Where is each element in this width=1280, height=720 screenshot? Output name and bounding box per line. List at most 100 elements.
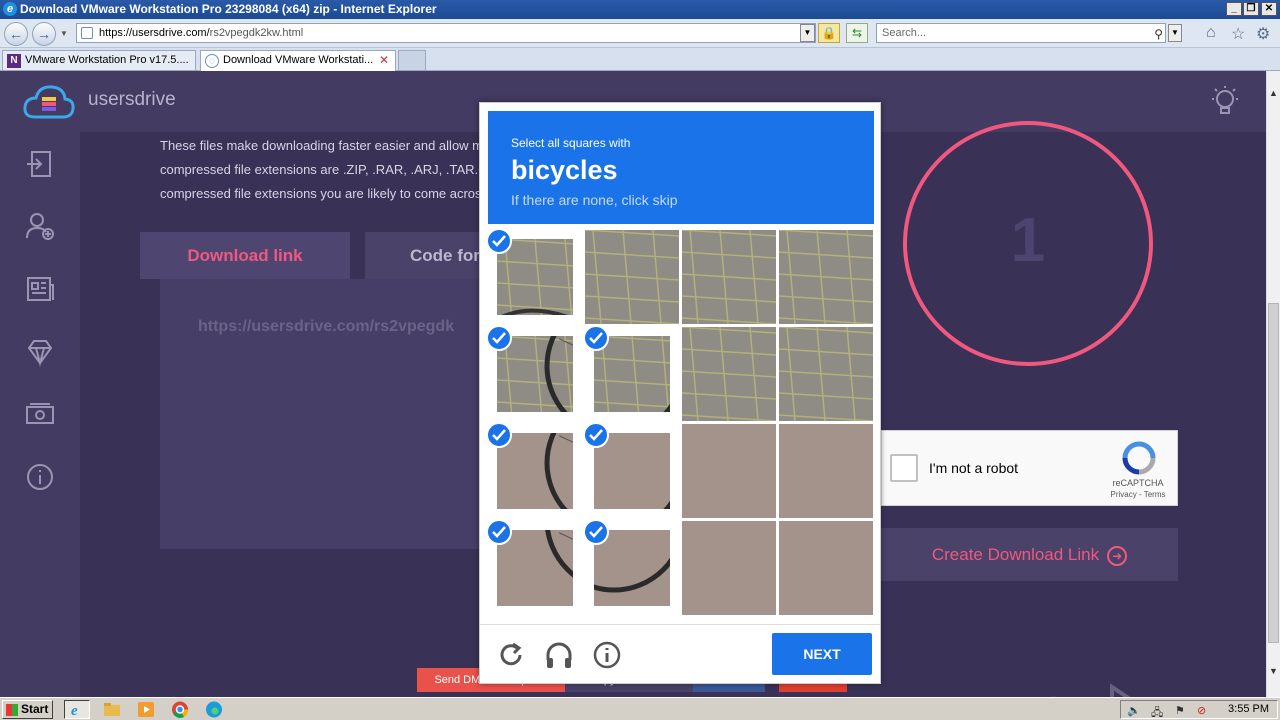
arrow-right-icon: →	[37, 26, 51, 42]
captcha-tile[interactable]	[779, 521, 873, 615]
lock-icon[interactable]: 🔒	[818, 23, 840, 43]
scrollbar-thumb[interactable]	[1268, 303, 1279, 643]
sidebar	[0, 132, 80, 697]
tile-image	[682, 230, 776, 324]
tab-download-vmware[interactable]: ◌ Download VMware Workstati... ✕	[200, 50, 396, 71]
captcha-tile[interactable]	[682, 424, 776, 518]
media-player-icon[interactable]	[135, 700, 157, 719]
site-name[interactable]: usersdrive	[88, 89, 176, 111]
recaptcha-privacy-terms[interactable]: Privacy - Terms	[1102, 490, 1174, 499]
arrow-left-icon: ←	[9, 26, 23, 42]
cloud-logo-icon[interactable]	[22, 83, 76, 121]
recaptcha-checkbox[interactable]	[890, 454, 918, 482]
back-button[interactable]: ←	[4, 22, 28, 46]
captcha-tile[interactable]	[682, 230, 776, 324]
tile-image	[779, 424, 873, 518]
folder-icon[interactable]	[101, 700, 123, 719]
captcha-tile[interactable]	[779, 327, 873, 421]
description-line: These files make downloading faster easi…	[160, 138, 480, 153]
captcha-tile[interactable]	[585, 327, 679, 421]
captcha-hint: If there are none, click skip	[511, 192, 678, 208]
recaptcha-label: I'm not a robot	[929, 460, 1019, 476]
close-tab-icon[interactable]: ✕	[379, 51, 389, 70]
tab-vmware-workstation[interactable]: N VMware Workstation Pro v17.5....	[2, 50, 196, 71]
scroll-up-icon[interactable]: ▲	[1267, 85, 1280, 101]
captcha-tile[interactable]	[779, 230, 873, 324]
download-url-text[interactable]: https://usersdrive.com/rs2vpegdk	[198, 318, 488, 336]
captcha-tile[interactable]	[682, 327, 776, 421]
close-button[interactable]: ✕	[1261, 2, 1277, 16]
minimize-button[interactable]: _	[1226, 2, 1242, 16]
grid-line	[488, 421, 874, 424]
recaptcha-widget: I'm not a robot reCAPTCHA Privacy - Term…	[881, 430, 1178, 506]
chrome-icon[interactable]	[169, 700, 191, 719]
captcha-tile[interactable]	[585, 521, 679, 615]
action-center-icon[interactable]: ⚑	[1175, 704, 1185, 717]
captcha-tile[interactable]	[779, 424, 873, 518]
description-line: compressed file extensions are .ZIP, .RA…	[160, 162, 480, 177]
history-dropdown-icon[interactable]: ▼	[60, 29, 68, 38]
tab-code-for[interactable]: Code for	[365, 232, 495, 279]
captcha-tile[interactable]	[585, 424, 679, 518]
start-label: Start	[21, 702, 49, 716]
forward-button[interactable]: →	[32, 22, 56, 46]
navigation-bar: ← → ▼ https://usersdrive.com/rs2vpegdk2k…	[0, 19, 1280, 48]
clock: 3:55 PM	[1228, 703, 1269, 715]
search-dropdown-button[interactable]: ▼	[1168, 24, 1182, 42]
grid-line	[776, 230, 779, 616]
captcha-tile[interactable]	[682, 521, 776, 615]
info-icon[interactable]	[24, 461, 56, 493]
next-button[interactable]: NEXT	[772, 633, 872, 675]
tile-image	[497, 530, 573, 606]
news-icon[interactable]	[24, 273, 56, 305]
ie-taskbar-icon[interactable]: e	[64, 700, 90, 719]
address-bar[interactable]: https://usersdrive.com/rs2vpegdk2kw.html	[76, 23, 816, 43]
login-icon[interactable]	[24, 148, 56, 180]
url-path: rs2vpegdk2kw.html	[209, 27, 304, 39]
diamond-icon[interactable]	[24, 336, 56, 368]
captcha-challenge-dialog: Select all squares with bicycles If ther…	[479, 102, 881, 684]
grid-line	[488, 518, 874, 521]
tile-image	[497, 433, 573, 509]
tile-image	[497, 336, 573, 412]
lightbulb-icon[interactable]	[1210, 85, 1240, 117]
address-dropdown-button[interactable]: ▼	[800, 24, 815, 42]
create-download-link-button[interactable]: Create Download Link ➜	[881, 528, 1178, 581]
gear-icon[interactable]: ⚙	[1256, 24, 1270, 44]
home-icon[interactable]: ⌂	[1206, 24, 1216, 42]
tile-image	[682, 327, 776, 421]
edge-icon[interactable]	[203, 700, 225, 719]
tab-download-link[interactable]: Download link	[140, 232, 350, 279]
title-bar: e Download VMware Workstation Pro 232980…	[0, 0, 1280, 19]
svg-text:e: e	[71, 703, 78, 718]
scroll-down-icon[interactable]: ▼	[1267, 663, 1280, 679]
new-tab-button[interactable]	[398, 50, 426, 71]
captcha-tile[interactable]	[488, 521, 582, 615]
tile-image	[585, 230, 679, 324]
search-input[interactable]: Search... ⚲	[876, 23, 1166, 43]
captcha-tile[interactable]	[585, 230, 679, 324]
info-circle-icon[interactable]	[592, 640, 622, 670]
tile-image	[682, 521, 776, 615]
captcha-tile[interactable]	[488, 424, 582, 518]
add-user-icon[interactable]	[24, 210, 56, 242]
audio-headphones-icon[interactable]	[544, 640, 574, 670]
security-alert-icon[interactable]: ⊘	[1197, 704, 1206, 717]
compatibility-refresh-button[interactable]: ⇆	[846, 23, 868, 43]
favorites-icon[interactable]: ☆	[1231, 24, 1245, 44]
restore-button[interactable]: ❐	[1243, 2, 1259, 16]
captcha-instruction: Select all squares with	[511, 136, 631, 150]
window-title: Download VMware Workstation Pro 23298084…	[20, 2, 437, 16]
captcha-tile[interactable]	[488, 230, 582, 324]
start-button[interactable]: Start	[2, 700, 53, 719]
search-icon[interactable]: ⚲	[1154, 25, 1163, 43]
page-icon	[81, 27, 93, 39]
reload-icon[interactable]	[496, 640, 526, 670]
money-icon[interactable]	[24, 398, 56, 430]
volume-icon[interactable]: 🔈	[1127, 704, 1141, 717]
create-button-label: Create Download Link	[931, 545, 1100, 564]
network-icon[interactable]: 🖧	[1151, 704, 1163, 720]
vertical-scrollbar[interactable]: ▲ ▼	[1266, 71, 1280, 697]
captcha-tile[interactable]	[488, 327, 582, 421]
tile-image	[497, 239, 573, 315]
